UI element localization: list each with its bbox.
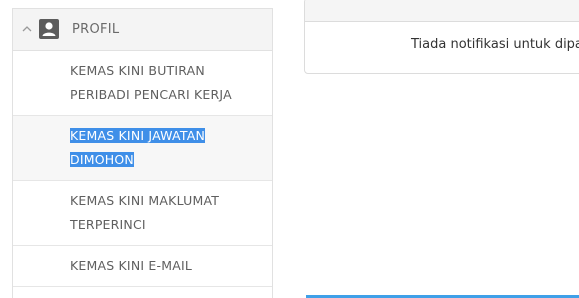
section-label: PROFIL xyxy=(72,22,120,37)
sidebar-item-butiran-peribadi[interactable]: KEMAS KINI BUTIRAN PERIBADI PENCARI KERJ… xyxy=(13,51,272,116)
card-header xyxy=(305,0,579,22)
item-label-line1: KEMAS KINI E-MAIL xyxy=(70,258,193,273)
notification-card: Tiada notifikasi untuk dipaparkan xyxy=(304,0,579,74)
item-label-line1: KEMAS KINI MAKLUMAT xyxy=(70,193,220,208)
item-label-line2: PERIBADI PENCARI KERJA xyxy=(70,87,232,102)
chevron-up-icon[interactable] xyxy=(21,23,33,35)
item-label-line1: KEMAS KINI JAWATAN xyxy=(70,128,205,143)
user-icon xyxy=(39,19,59,39)
sidebar-item-maklumat-terperinci[interactable]: KEMAS KINI MAKLUMAT TERPERINCI xyxy=(13,181,272,246)
sidebar-menu: PROFIL KEMAS KINI BUTIRAN PERIBADI PENCA… xyxy=(12,8,273,298)
sidebar-item-email[interactable]: KEMAS KINI E-MAIL xyxy=(13,246,272,287)
item-label-line1: KEMAS KINI BUTIRAN xyxy=(70,63,205,78)
section-header-profil[interactable]: PROFIL xyxy=(13,9,272,51)
item-label-line2: TERPERINCI xyxy=(70,217,146,232)
sidebar-item-jawatan-dimohon[interactable]: KEMAS KINI JAWATAN DIMOHON xyxy=(13,116,272,181)
notification-message: Tiada notifikasi untuk dipaparkan xyxy=(411,37,579,52)
item-label-line2: DIMOHON xyxy=(70,152,134,167)
